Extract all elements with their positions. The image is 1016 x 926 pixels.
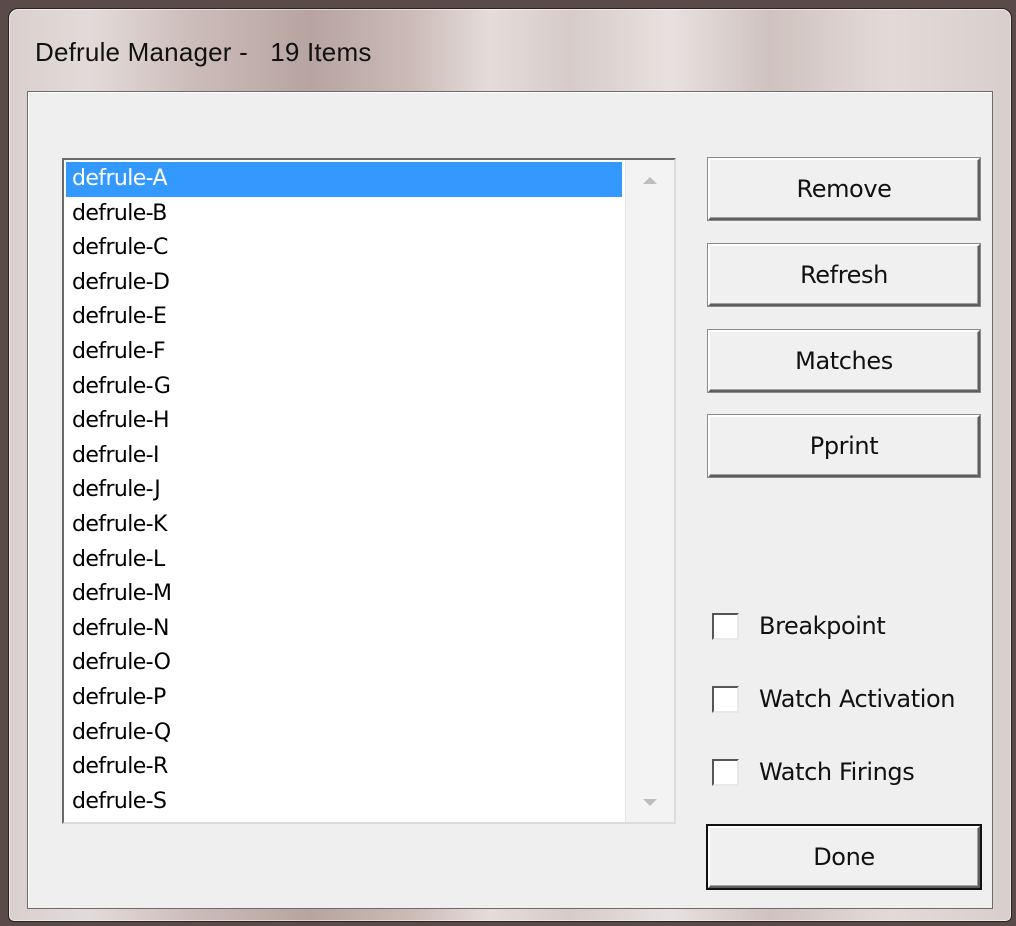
done-button[interactable]: Done bbox=[708, 826, 980, 888]
list-item[interactable]: defrule-S bbox=[66, 785, 622, 820]
watch-activation-checkbox[interactable]: Watch Activation bbox=[712, 679, 956, 719]
list-item[interactable]: defrule-M bbox=[66, 577, 622, 612]
defrule-list: defrule-A defrule-B defrule-C defrule-D … bbox=[66, 162, 622, 822]
defrule-listbox[interactable]: defrule-A defrule-B defrule-C defrule-D … bbox=[62, 158, 676, 824]
list-item[interactable]: defrule-A bbox=[66, 162, 622, 197]
list-item[interactable]: defrule-H bbox=[66, 404, 622, 439]
watch-activation-checkbox-box[interactable] bbox=[712, 685, 739, 713]
list-item[interactable]: defrule-Q bbox=[66, 716, 622, 751]
list-item[interactable]: defrule-N bbox=[66, 612, 622, 647]
watch-firings-checkbox[interactable]: Watch Firings bbox=[712, 752, 915, 792]
breakpoint-label: Breakpoint bbox=[759, 612, 886, 640]
list-item[interactable]: defrule-R bbox=[66, 750, 622, 785]
list-item[interactable]: defrule-O bbox=[66, 646, 622, 681]
list-item[interactable]: defrule-P bbox=[66, 681, 622, 716]
list-item[interactable]: defrule-I bbox=[66, 439, 622, 474]
watch-activation-label: Watch Activation bbox=[759, 685, 956, 713]
list-item[interactable]: defrule-E bbox=[66, 300, 622, 335]
list-item[interactable]: defrule-B bbox=[66, 197, 622, 232]
remove-button[interactable]: Remove bbox=[708, 158, 980, 220]
list-item[interactable]: defrule-L bbox=[66, 543, 622, 578]
window-title: Defrule Manager - 19 Items bbox=[35, 37, 372, 67]
list-item[interactable]: defrule-D bbox=[66, 266, 622, 301]
pprint-button[interactable]: Pprint bbox=[708, 415, 980, 477]
refresh-button[interactable]: Refresh bbox=[708, 244, 980, 306]
defrule-manager-window: Defrule Manager - 19 Items defrule-A def… bbox=[8, 8, 1012, 922]
scroll-down-arrow-icon[interactable] bbox=[626, 782, 674, 822]
list-item[interactable]: defrule-C bbox=[66, 231, 622, 266]
dialog-client-area: defrule-A defrule-B defrule-C defrule-D … bbox=[27, 91, 993, 909]
list-item[interactable]: defrule-J bbox=[66, 473, 622, 508]
breakpoint-checkbox-box[interactable] bbox=[712, 612, 739, 640]
list-item[interactable]: defrule-F bbox=[66, 335, 622, 370]
list-vertical-scrollbar[interactable] bbox=[625, 160, 674, 822]
watch-firings-label: Watch Firings bbox=[759, 758, 915, 786]
matches-button[interactable]: Matches bbox=[708, 330, 980, 392]
breakpoint-checkbox[interactable]: Breakpoint bbox=[712, 606, 886, 646]
list-item[interactable]: defrule-K bbox=[66, 508, 622, 543]
watch-firings-checkbox-box[interactable] bbox=[712, 758, 739, 786]
list-item[interactable]: defrule-G bbox=[66, 370, 622, 405]
scroll-up-arrow-icon[interactable] bbox=[626, 160, 674, 200]
